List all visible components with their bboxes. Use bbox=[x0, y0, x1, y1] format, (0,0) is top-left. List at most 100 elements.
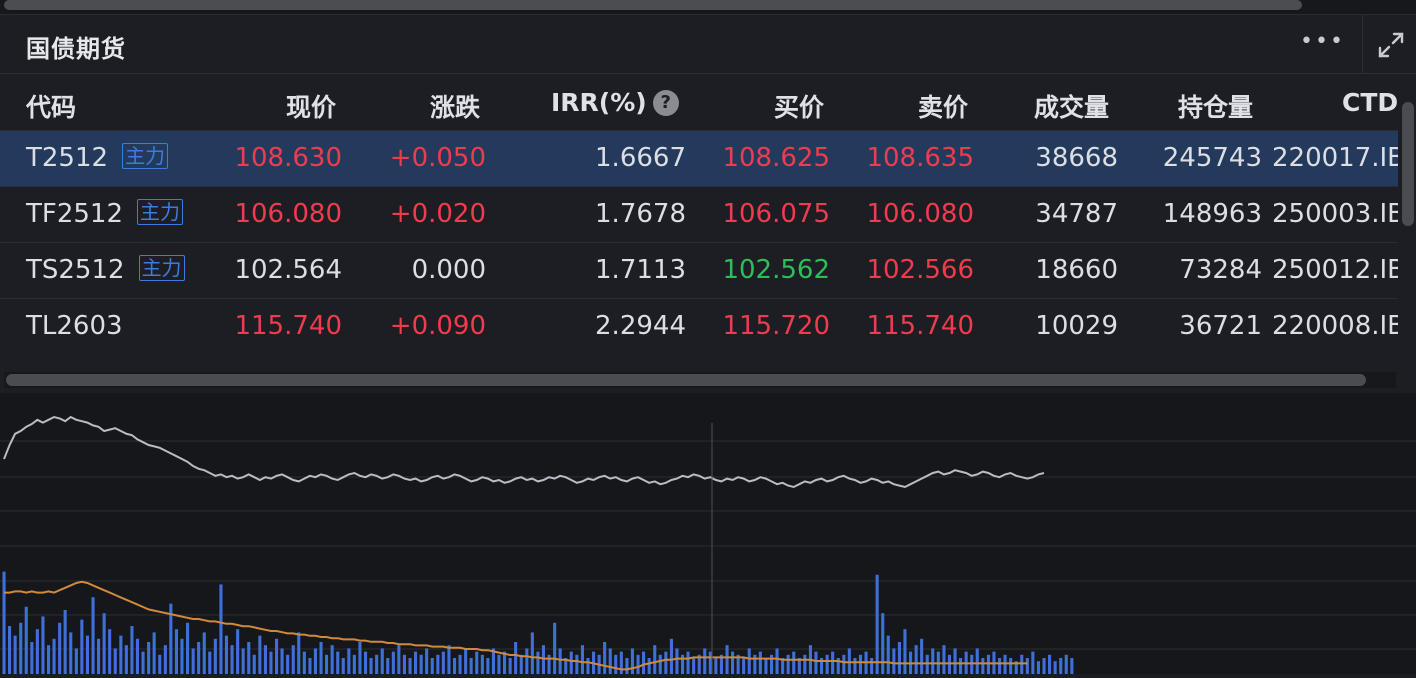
volume-bar bbox=[197, 642, 201, 674]
volume-bar bbox=[97, 638, 101, 674]
volume-bar bbox=[236, 629, 240, 674]
header-change[interactable]: 涨跌 bbox=[430, 88, 480, 124]
price-cell: 115.740 bbox=[234, 311, 342, 341]
header-volume[interactable]: 成交量 bbox=[1034, 88, 1109, 124]
volume-bar bbox=[580, 645, 584, 674]
volume-bar bbox=[186, 622, 190, 674]
volume-bar bbox=[286, 654, 290, 674]
table-vertical-scrollbar[interactable] bbox=[1400, 74, 1416, 370]
header-price[interactable]: 现价 bbox=[286, 88, 336, 124]
price-cell: 108.630 bbox=[234, 143, 342, 173]
volume-bar bbox=[714, 658, 718, 674]
intraday-chart[interactable] bbox=[0, 393, 1416, 674]
volume-bar bbox=[113, 648, 117, 674]
header-open-interest[interactable]: 持仓量 bbox=[1178, 88, 1253, 124]
volume-bar bbox=[69, 632, 73, 674]
header-code[interactable]: 代码 bbox=[26, 88, 76, 124]
volume-bar bbox=[119, 635, 123, 674]
top-scrollbar[interactable] bbox=[0, 0, 1416, 15]
header-ctd[interactable]: CTD bbox=[1342, 88, 1398, 117]
volume-bar bbox=[658, 654, 662, 674]
volume-bar bbox=[358, 642, 362, 674]
volume-bar bbox=[291, 645, 295, 674]
volume-bar bbox=[514, 642, 518, 674]
volume-bar bbox=[130, 626, 134, 674]
volume-bar bbox=[297, 632, 301, 674]
table-row[interactable]: TS2512 主力 102.564 0.000 1.7113 102.562 10… bbox=[0, 242, 1398, 298]
volume-bar bbox=[202, 632, 206, 674]
volume-bar bbox=[19, 622, 23, 674]
volume-bar bbox=[892, 648, 896, 674]
volume-bar bbox=[814, 651, 818, 674]
volume-bar bbox=[453, 658, 457, 674]
ask-cell: 102.566 bbox=[866, 255, 974, 285]
volume-bar bbox=[108, 629, 112, 674]
vertical-scrollbar-thumb[interactable] bbox=[1402, 102, 1414, 226]
volume-bars bbox=[2, 571, 1074, 674]
volume-bar bbox=[258, 635, 262, 674]
volume-bar bbox=[1048, 654, 1052, 674]
header-bid[interactable]: 买价 bbox=[774, 88, 824, 124]
volume-bar bbox=[386, 658, 390, 674]
table-row[interactable]: TL2603 115.740 +0.090 2.2944 115.720 115… bbox=[0, 298, 1398, 354]
open-interest-cell: 148963 bbox=[1162, 199, 1262, 229]
volume-bar bbox=[302, 651, 306, 674]
volume-bar bbox=[725, 645, 729, 674]
table-horizontal-scrollbar[interactable] bbox=[4, 372, 1396, 388]
volume-bar bbox=[91, 597, 95, 674]
expand-button[interactable] bbox=[1362, 15, 1416, 73]
volume-bar bbox=[614, 654, 618, 674]
volume-bar bbox=[475, 651, 479, 674]
code-cell: T2512 主力 bbox=[26, 143, 169, 173]
header-irr[interactable]: IRR(%)? bbox=[551, 88, 679, 117]
volume-bar bbox=[47, 645, 51, 674]
volume-bar bbox=[603, 642, 607, 674]
open-interest-cell: 36721 bbox=[1179, 311, 1262, 341]
volume-bar bbox=[1009, 658, 1013, 674]
volume-bar bbox=[269, 651, 273, 674]
volume-bar bbox=[497, 654, 501, 674]
volume-bar bbox=[881, 613, 885, 674]
ctd-cell: 220017.IB bbox=[1272, 143, 1398, 173]
volume-bar bbox=[508, 658, 512, 674]
volume-bar bbox=[219, 584, 223, 674]
volume-bar bbox=[52, 638, 56, 674]
help-icon[interactable]: ? bbox=[652, 90, 679, 116]
table-header: 代码 现价 涨跌 IRR(%)? 买价 卖价 成交量 持仓量 CTD bbox=[0, 74, 1398, 130]
volume-bar bbox=[931, 648, 935, 674]
contract-code: TS2512 bbox=[26, 255, 125, 285]
more-options-button[interactable]: ••• bbox=[1300, 29, 1344, 59]
volume-bar bbox=[391, 651, 395, 674]
volume-bar bbox=[1020, 654, 1024, 674]
header-ask[interactable]: 卖价 bbox=[918, 88, 968, 124]
volume-bar bbox=[13, 635, 17, 674]
volume-cell: 38668 bbox=[1035, 143, 1118, 173]
volume-bar bbox=[853, 658, 857, 674]
volume-bar bbox=[252, 654, 256, 674]
irr-cell: 1.6667 bbox=[595, 143, 686, 173]
volume-bar bbox=[1025, 658, 1029, 674]
volume-bar bbox=[430, 658, 434, 674]
horizontal-scrollbar-thumb[interactable] bbox=[6, 374, 1366, 386]
top-scrollbar-thumb[interactable] bbox=[4, 0, 1302, 10]
volume-bar bbox=[925, 654, 929, 674]
volume-bar bbox=[464, 648, 468, 674]
volume-bar bbox=[981, 658, 985, 674]
table-row[interactable]: T2512 主力 108.630 +0.050 1.6667 108.625 10… bbox=[0, 130, 1398, 186]
irr-cell: 2.2944 bbox=[595, 311, 686, 341]
volume-bar bbox=[174, 629, 178, 674]
volume-bar bbox=[313, 648, 317, 674]
volume-bar bbox=[408, 658, 412, 674]
price-cell: 106.080 bbox=[234, 199, 342, 229]
volume-bar bbox=[436, 654, 440, 674]
volume-bar bbox=[191, 648, 195, 674]
code-cell: TL2603 bbox=[26, 311, 123, 341]
volume-bar bbox=[831, 651, 835, 674]
volume-bar bbox=[675, 648, 679, 674]
volume-bar bbox=[875, 574, 879, 674]
volume-bar bbox=[247, 642, 251, 674]
volume-bar bbox=[336, 651, 340, 674]
table-row[interactable]: TF2512 主力 106.080 +0.020 1.7678 106.075 1… bbox=[0, 186, 1398, 242]
bid-cell: 106.075 bbox=[722, 199, 830, 229]
volume-bar bbox=[275, 638, 279, 674]
